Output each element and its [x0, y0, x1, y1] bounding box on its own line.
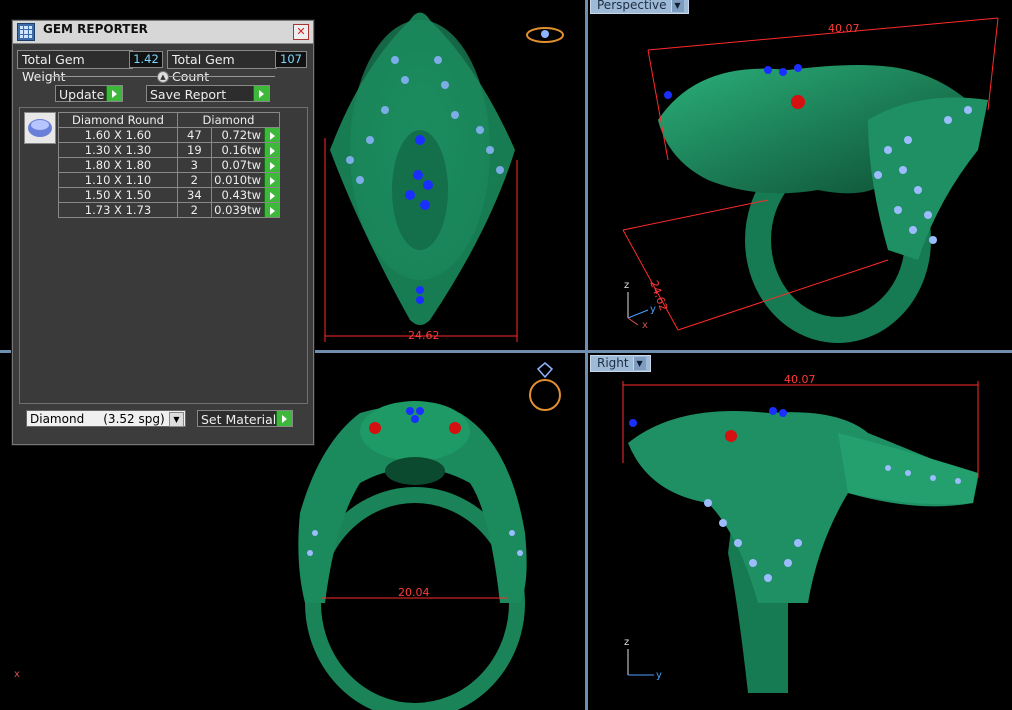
- material-select-value: Diamond (3.52 spg): [30, 412, 165, 426]
- front-axis-x-label: x: [14, 669, 20, 680]
- gem-weight-cell: 0.16tw: [210, 142, 281, 158]
- gem-weight-value: 0.16tw: [221, 143, 261, 157]
- play-arrow-icon: [106, 86, 122, 101]
- gem-size-cell: 1.80 X 1.80: [58, 157, 178, 173]
- chevron-down-icon[interactable]: ▼: [169, 412, 184, 427]
- right-viewport[interactable]: 40.07 z y: [588, 353, 1012, 710]
- set-material-button-label: Set Material: [201, 412, 277, 427]
- chevron-down-icon[interactable]: ▼: [670, 0, 684, 12]
- gem-reporter-panel[interactable]: GEM REPORTER ✕ Total Gem Weight 1.42 Tot…: [12, 20, 314, 445]
- total-gem-count-value: 107: [275, 51, 307, 68]
- select-gems-icon[interactable]: [264, 188, 279, 202]
- gem-reporter-app-icon: [17, 23, 35, 41]
- perspective-viewport-tab[interactable]: Perspective ▼: [590, 0, 689, 14]
- axis-y-label: y: [650, 304, 656, 315]
- select-gems-icon[interactable]: [264, 173, 279, 187]
- gem-count-cell: 34: [177, 187, 212, 203]
- play-arrow-icon: [276, 411, 292, 426]
- save-report-button-label: Save Report: [150, 87, 227, 102]
- table-row[interactable]: 1.10 X 1.10 2 0.010tw: [58, 172, 281, 188]
- select-gems-icon[interactable]: [264, 143, 279, 157]
- gem-weight-value: 0.72tw: [221, 128, 261, 142]
- table-row[interactable]: 1.80 X 1.80 3 0.07tw: [58, 157, 281, 173]
- table-row[interactable]: 1.73 X 1.73 2 0.039tw: [58, 202, 281, 218]
- perspective-length-label: 40.07: [828, 22, 860, 35]
- column-header-gem-material[interactable]: Diamond: [177, 112, 280, 128]
- column-header-gem-shape[interactable]: Diamond Round: [58, 112, 178, 128]
- perspective-tab-label: Perspective: [597, 0, 667, 12]
- ring-top-view: [330, 12, 515, 325]
- right-tab-label: Right: [597, 356, 629, 370]
- gem-size-cell: 1.10 X 1.10: [58, 172, 178, 188]
- update-button-label: Update: [59, 87, 105, 102]
- gem-size-cell: 1.73 X 1.73: [58, 202, 178, 218]
- material-select[interactable]: Diamond (3.52 spg) ▼: [26, 410, 186, 427]
- table-row[interactable]: 1.30 X 1.30 19 0.16tw: [58, 142, 281, 158]
- table-row[interactable]: 1.60 X 1.60 47 0.72tw: [58, 127, 281, 143]
- axis-x-label: x: [642, 320, 648, 331]
- save-report-button[interactable]: Save Report: [146, 85, 270, 102]
- gem-weight-cell: 0.72tw: [210, 127, 281, 143]
- ring-right-view: [628, 407, 978, 693]
- gem-count-cell: 2: [177, 202, 212, 218]
- select-gems-icon[interactable]: [264, 203, 279, 217]
- close-icon[interactable]: ✕: [293, 24, 309, 40]
- gem-weight-value: 0.07tw: [221, 158, 261, 172]
- gem-weight-cell: 0.010tw: [210, 172, 281, 188]
- select-gems-icon[interactable]: [264, 128, 279, 142]
- right-axis-z-label: z: [624, 637, 629, 648]
- chevron-down-icon[interactable]: ▼: [632, 357, 646, 370]
- gem-weight-cell: 0.039tw: [210, 202, 281, 218]
- gem-size-cell: 1.30 X 1.30: [58, 142, 178, 158]
- right-viewport-tab[interactable]: Right ▼: [590, 355, 651, 372]
- total-gem-weight-value: 1.42: [129, 51, 163, 68]
- table-row[interactable]: 1.50 X 1.50 34 0.43tw: [58, 187, 281, 203]
- panel-titlebar[interactable]: GEM REPORTER ✕: [13, 21, 313, 44]
- total-gem-weight-text: Total Gem Weight: [22, 52, 85, 84]
- gem-count-cell: 2: [177, 172, 212, 188]
- ring-perspective-view: [658, 64, 988, 343]
- gem-size-cell: 1.60 X 1.60: [58, 127, 178, 143]
- update-button[interactable]: Update: [55, 85, 123, 102]
- ring-orientation-icon: [526, 27, 564, 43]
- total-gem-weight-label: Total Gem Weight: [17, 50, 133, 84]
- gem-weight-value: 0.039tw: [214, 203, 261, 217]
- total-gem-count-label: Total Gem Count: [167, 50, 277, 84]
- gem-weight-value: 0.43tw: [221, 188, 261, 202]
- gem-list-area[interactable]: Diamond Round Diamond 1.60 X 1.60 47 0.7…: [19, 107, 308, 404]
- gem-count-cell: 47: [177, 127, 212, 143]
- gem-count-cell: 19: [177, 142, 212, 158]
- total-gem-count-text: Total Gem Count: [172, 52, 235, 84]
- select-gems-icon[interactable]: [264, 158, 279, 172]
- perspective-viewport[interactable]: 40.07 24.62 z y x: [588, 0, 1012, 350]
- gem-count-cell: 3: [177, 157, 212, 173]
- gem-weight-cell: 0.43tw: [210, 187, 281, 203]
- panel-title: GEM REPORTER: [43, 22, 148, 36]
- axis-z-label: z: [624, 280, 629, 291]
- gem-table: Diamond Round Diamond 1.60 X 1.60 47 0.7…: [58, 112, 281, 218]
- ring-orientation-icon-front: [529, 362, 561, 411]
- right-axis-triad: z y: [624, 637, 662, 681]
- gem-weight-value: 0.010tw: [214, 173, 261, 187]
- set-material-button[interactable]: Set Material: [197, 410, 293, 427]
- play-arrow-icon: [253, 86, 269, 101]
- round-diamond-icon[interactable]: [24, 112, 56, 144]
- top-dimension-label: 24.62: [408, 329, 440, 342]
- collapse-toggle-icon[interactable]: ▲: [157, 71, 169, 83]
- right-axis-y-label: y: [656, 670, 662, 681]
- front-inner-diameter-label: 20.04: [398, 586, 430, 599]
- ring-front-view: [298, 401, 527, 710]
- gem-weight-cell: 0.07tw: [210, 157, 281, 173]
- gem-size-cell: 1.50 X 1.50: [58, 187, 178, 203]
- right-length-label: 40.07: [784, 373, 816, 386]
